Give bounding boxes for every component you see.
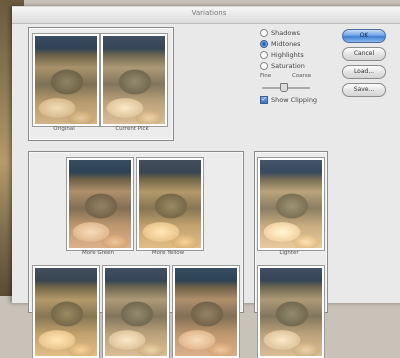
variation-image	[69, 160, 131, 248]
variation-image	[175, 268, 237, 356]
variation-thumbnail-more-green[interactable]	[67, 158, 133, 250]
radio-midtones[interactable]: Midtones	[260, 39, 301, 48]
lighter-thumbnail[interactable]	[258, 158, 324, 250]
cancel-button[interactable]: Cancel	[342, 47, 386, 61]
variation-image	[139, 160, 201, 248]
radio-label: Highlights	[271, 50, 304, 59]
radio-highlights[interactable]: Highlights	[260, 50, 304, 59]
variation-thumbnail-more-yellow[interactable]	[137, 158, 203, 250]
coarse-label: Coarse	[292, 73, 312, 79]
radio-label: Midtones	[271, 39, 301, 48]
lightness-panel: Lighter	[254, 151, 328, 358]
ok-button[interactable]: OK	[342, 29, 386, 43]
radio-button-selected[interactable]	[260, 39, 268, 48]
original-current-panel: Original Current Pick	[28, 27, 174, 141]
radio-label: Shadows	[271, 28, 301, 37]
variations-panel: More Green More Yellow	[28, 151, 244, 358]
lighter-caption: Lighter	[279, 250, 299, 256]
show-clipping-checkbox-row[interactable]: ✓ Show Clipping	[260, 95, 317, 104]
radio-label: Saturation	[271, 61, 305, 70]
more-yellow-caption: More Yellow	[151, 250, 185, 256]
load-button[interactable]: Load...	[342, 65, 386, 79]
lighter-image	[260, 160, 322, 248]
radio-shadows[interactable]: Shadows	[260, 28, 300, 37]
variation-thumbnail-bottom-right[interactable]	[173, 266, 239, 358]
original-caption: Original	[53, 126, 75, 132]
current-lightness-thumbnail[interactable]	[258, 266, 324, 358]
radio-button[interactable]	[260, 50, 268, 59]
variation-thumbnail-bottom-center[interactable]	[103, 266, 169, 358]
radio-button[interactable]	[260, 61, 268, 70]
current-pick-caption: Current Pick	[115, 126, 149, 132]
save-button[interactable]: Save...	[342, 83, 386, 97]
current-lightness-image	[260, 268, 322, 356]
fine-label: Fine	[260, 73, 272, 79]
fine-coarse-slider-thumb[interactable]	[279, 83, 288, 92]
variation-image	[105, 268, 167, 356]
variations-dialog: Variations Original Current Pick Shadows…	[12, 6, 400, 358]
current-pick-image	[103, 36, 165, 124]
current-pick-thumbnail	[101, 34, 167, 126]
original-image	[35, 36, 97, 124]
variation-image	[35, 268, 97, 356]
show-clipping-checkbox[interactable]: ✓	[260, 95, 268, 104]
show-clipping-label: Show Clipping	[271, 95, 318, 104]
variation-thumbnail-bottom-left[interactable]	[33, 266, 99, 358]
original-thumbnail	[33, 34, 99, 126]
more-green-caption: More Green	[81, 250, 115, 256]
radio-button[interactable]	[260, 28, 268, 37]
radio-saturation[interactable]: Saturation	[260, 61, 305, 70]
title-bar[interactable]: Variations	[12, 7, 400, 24]
window-title: Variations	[191, 9, 227, 17]
